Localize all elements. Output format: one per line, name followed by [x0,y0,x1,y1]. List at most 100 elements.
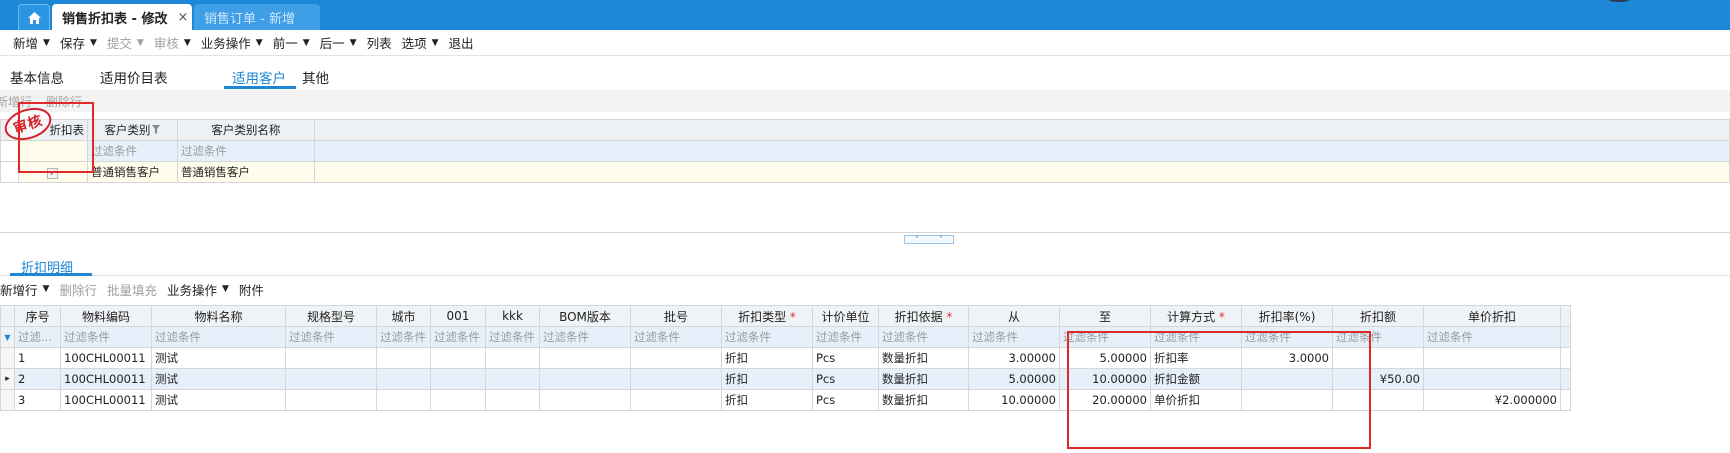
column-header[interactable]: 计算方式 * [1150,305,1242,327]
table-cell[interactable]: 测试 [151,368,286,390]
business-ops-button[interactable]: 业务操作 ▼ [167,280,229,299]
column-header[interactable]: 客户类别名称 [176,119,315,141]
table-cell[interactable]: 10.00000 [968,389,1060,411]
column-header[interactable]: 至 [1059,305,1151,327]
table-cell[interactable]: 数量折扣 [878,368,969,390]
table-cell[interactable] [430,389,486,411]
table-cell[interactable]: 3.00000 [968,347,1060,369]
filter-cell[interactable]: 过滤条件 [968,326,1060,348]
business-ops-button[interactable]: 业务操作 ▼ [201,33,263,52]
filter-cell[interactable]: 过滤条件 [430,326,486,348]
table-cell[interactable] [376,368,431,390]
filter-cell[interactable]: 过滤条件 [176,140,315,162]
table-cell[interactable] [485,368,540,390]
tab-price-list[interactable]: 适用价目表 [100,67,168,87]
audit-button[interactable]: 审核 ▼ [154,33,191,52]
column-header[interactable]: 物料名称 [151,305,286,327]
table-cell[interactable] [485,389,540,411]
filter-cell[interactable]: 过滤条件 [86,140,178,162]
column-header[interactable]: 折扣额 [1332,305,1424,327]
caret-down-icon[interactable]: ▼ [350,38,357,48]
filter-cell[interactable]: 过滤条件 [630,326,722,348]
pane-splitter[interactable]: ˄ ˅ [904,235,954,244]
caret-down-icon[interactable]: ▼ [303,38,310,48]
column-header[interactable]: 批号 [630,305,722,327]
table-cell[interactable] [630,368,722,390]
column-header[interactable]: 折扣类型 * [721,305,813,327]
table-cell[interactable] [1423,368,1561,390]
table-cell[interactable]: 100CHL00011 [60,368,152,390]
table-cell[interactable] [285,368,377,390]
caret-down-icon[interactable]: ▼ [43,38,50,48]
table-cell[interactable] [1560,368,1571,390]
table-cell[interactable] [1423,347,1561,369]
tab-customers[interactable]: 适用客户 [232,67,286,87]
table-cell[interactable] [285,389,377,411]
filter-cell[interactable] [313,140,1730,162]
table-cell[interactable]: 数量折扣 [878,347,969,369]
caret-down-icon[interactable]: ▼ [137,38,144,48]
table-cell[interactable]: 100CHL00011 [60,389,152,411]
table-cell[interactable]: 1 [14,347,61,369]
table-cell[interactable] [376,389,431,411]
save-button[interactable]: 保存 ▼ [60,33,97,52]
table-cell[interactable]: 测试 [151,347,286,369]
options-button[interactable]: 选项 ▼ [402,33,439,52]
column-header[interactable]: 单价折扣 [1423,305,1561,327]
table-cell[interactable]: Pcs [812,347,879,369]
home-tab[interactable] [18,4,50,30]
filter-cell[interactable]: 过滤条件 [721,326,813,348]
column-header[interactable]: BOM版本 [539,305,631,327]
exit-button[interactable]: 退出 [449,33,474,52]
tab-basic-info[interactable]: 基本信息 [10,67,64,87]
caret-down-icon[interactable]: ▼ [222,284,229,294]
table-cell[interactable]: 测试 [151,389,286,411]
avatar[interactable] [1600,0,1638,2]
close-icon[interactable]: × [177,10,188,25]
chevron-down-icon[interactable]: ˅ [939,235,943,244]
table-cell[interactable]: 普通销售客户 [176,161,315,183]
batch-fill-button[interactable]: 批量填充 [107,280,157,299]
tab-discount-edit[interactable]: 销售折扣表 - 修改 × [52,4,192,30]
table-cell[interactable] [485,347,540,369]
column-header[interactable]: 从 [968,305,1060,327]
column-header[interactable]: 规格型号 [285,305,377,327]
table-cell[interactable]: Pcs [812,389,879,411]
table-cell[interactable] [1560,389,1571,411]
table-cell[interactable] [430,368,486,390]
filter-cell[interactable]: 过滤... [14,326,61,348]
next-button[interactable]: 后一 ▼ [320,33,357,52]
filter-icon[interactable] [152,125,161,134]
list-button[interactable]: 列表 [367,33,392,52]
filter-cell[interactable] [1560,326,1571,348]
chevron-up-icon[interactable]: ˄ [915,235,919,244]
filter-cell[interactable]: 过滤条件 [878,326,969,348]
filter-cell[interactable]: 过滤条件 [60,326,152,348]
column-header[interactable]: 折扣率(%) [1241,305,1333,327]
caret-down-icon[interactable]: ▼ [256,38,263,48]
tab-other[interactable]: 其他 [302,67,329,87]
table-cell[interactable]: ¥2.000000 [1423,389,1561,411]
caret-down-icon[interactable]: ▼ [43,284,50,294]
table-cell[interactable]: Pcs [812,368,879,390]
filter-cell[interactable]: 过滤条件 [151,326,286,348]
caret-down-icon[interactable]: ▼ [90,38,97,48]
column-header[interactable]: 折扣依据 * [878,305,969,327]
column-header[interactable]: 城市 [376,305,431,327]
column-header[interactable]: 序号 [14,305,61,327]
previous-button[interactable]: 前一 ▼ [273,33,310,52]
table-cell[interactable]: 折扣 [721,347,813,369]
column-header[interactable]: kkk [485,305,540,327]
table-cell[interactable] [539,368,631,390]
table-cell[interactable] [539,389,631,411]
table-cell[interactable] [1560,347,1571,369]
new-button[interactable]: 新增 ▼ [13,33,50,52]
table-cell[interactable]: 5.00000 [968,368,1060,390]
table-cell[interactable] [376,347,431,369]
tab-sales-order-new[interactable]: 销售订单 - 新增 [194,4,320,30]
table-cell[interactable]: 折扣 [721,389,813,411]
filter-cell[interactable]: 过滤条件 [539,326,631,348]
table-cell[interactable] [285,347,377,369]
table-cell[interactable]: 100CHL00011 [60,347,152,369]
table-cell[interactable]: 2 [14,368,61,390]
